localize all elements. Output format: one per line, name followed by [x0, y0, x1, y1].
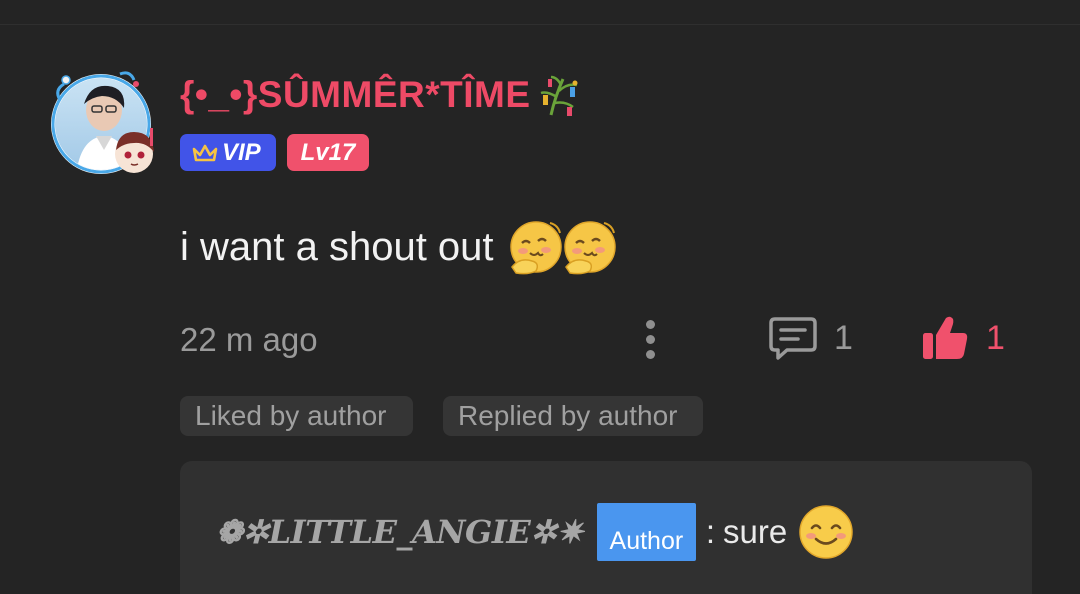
liked-by-author-tag: Liked by author — [180, 396, 413, 436]
username-text: {•_•}SÛMMÊR*TÎME — [180, 74, 531, 115]
smiling-face-emoji-icon — [799, 505, 853, 559]
vip-label: VIP — [222, 138, 261, 166]
thinking-smile-emoji-icon — [509, 221, 562, 275]
thinking-smile-emoji-icon — [563, 221, 616, 275]
top-divider — [0, 24, 1080, 25]
crown-icon — [192, 144, 218, 161]
more-dot — [645, 319, 655, 329]
more-dot — [645, 349, 655, 359]
thumbs-up-icon — [923, 316, 968, 359]
avatar[interactable] — [46, 66, 158, 178]
tanabata-tree-icon — [540, 75, 578, 116]
reply-separator: : — [705, 513, 716, 550]
username[interactable]: {•_•}SÛMMÊR*TÎME — [180, 70, 581, 120]
comment-text: i want a shout out — [180, 224, 494, 269]
user-badges: VIP Lv17 — [180, 134, 369, 171]
comment-timestamp: 22 m ago — [180, 321, 318, 358]
more-dot — [645, 334, 655, 344]
reply-button[interactable]: 1 — [768, 312, 853, 364]
vip-badge[interactable]: VIP — [180, 134, 276, 171]
like-count: 1 — [986, 318, 1005, 357]
reply-author-name[interactable]: ❁✲LITTLE_ANGIE✲✷ — [216, 513, 583, 551]
reply-count: 1 — [834, 318, 853, 357]
author-badge: Author — [596, 503, 696, 561]
author-reply-preview[interactable]: ❁✲LITTLE_ANGIE✲✷ Author : sure — [180, 461, 1032, 594]
reply-text: sure — [723, 513, 788, 550]
reply-line: ❁✲LITTLE_ANGIE✲✷ Author : sure — [216, 497, 855, 567]
comment-bubble-icon — [769, 317, 817, 360]
comment-message: i want a shout out — [180, 214, 620, 280]
like-button[interactable]: 1 — [920, 312, 1005, 364]
more-options-button[interactable] — [634, 314, 666, 364]
level-badge[interactable]: Lv17 — [287, 134, 369, 171]
level-label: Lv17 — [300, 138, 356, 166]
replied-by-author-tag: Replied by author — [443, 396, 703, 436]
